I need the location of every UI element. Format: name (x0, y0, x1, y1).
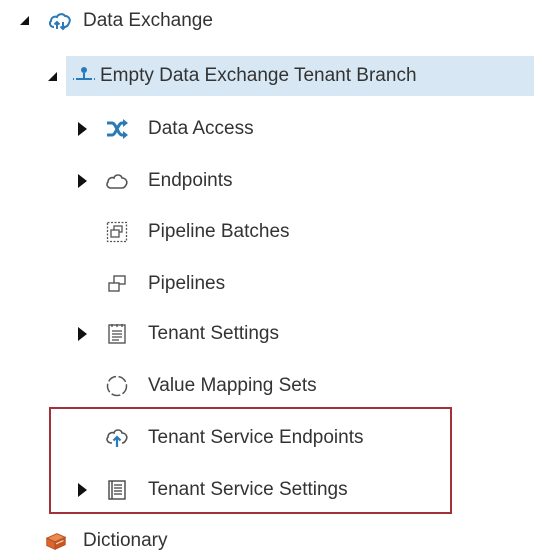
tree-node-value-mapping-sets[interactable]: Value Mapping Sets (100, 367, 450, 405)
pipeline-batches-icon (105, 220, 129, 244)
book-icon (44, 529, 68, 553)
highlight-box (49, 407, 452, 514)
tree-node-data-access[interactable]: Data Access (70, 110, 450, 148)
tree-node-dictionary[interactable]: Dictionary (40, 522, 340, 558)
content-tree: Data Exchange Empty Data Exchange Tenant… (0, 0, 534, 558)
settings-document-icon (105, 322, 129, 346)
tree-node-label: Data Access (148, 118, 254, 139)
expanded-arrow-icon[interactable] (48, 72, 57, 81)
shuffle-icon (105, 117, 129, 141)
dotted-circle-icon (105, 374, 129, 398)
tree-node-label: Endpoints (148, 170, 233, 191)
tree-node-tenant-branch[interactable]: Empty Data Exchange Tenant Branch (66, 56, 534, 96)
tree-node-pipelines[interactable]: Pipelines (100, 265, 450, 303)
tree-node-data-exchange[interactable]: Data Exchange (0, 2, 300, 40)
tree-node-label: Tenant Settings (148, 323, 279, 344)
tree-node-label: Data Exchange (83, 10, 213, 31)
collapsed-arrow-icon[interactable] (78, 327, 87, 341)
tree-node-label: Pipelines (148, 273, 226, 294)
pipelines-icon (105, 272, 129, 296)
collapsed-arrow-icon[interactable] (78, 174, 87, 188)
tree-node-pipeline-batches[interactable]: Pipeline Batches (100, 213, 450, 251)
expanded-arrow-icon[interactable] (20, 16, 29, 25)
tree-node-endpoints[interactable]: Endpoints (70, 162, 450, 200)
tree-node-tenant-settings[interactable]: Tenant Settings (70, 315, 450, 353)
tree-node-label: Empty Data Exchange Tenant Branch (100, 65, 417, 86)
cloud-sync-icon (48, 9, 72, 33)
branch-icon (72, 64, 96, 88)
cloud-outline-icon (105, 169, 129, 193)
collapsed-arrow-icon[interactable] (78, 122, 87, 136)
tree-node-label: Dictionary (83, 530, 168, 551)
tree-node-label: Value Mapping Sets (148, 375, 317, 396)
tree-node-label: Pipeline Batches (148, 221, 290, 242)
